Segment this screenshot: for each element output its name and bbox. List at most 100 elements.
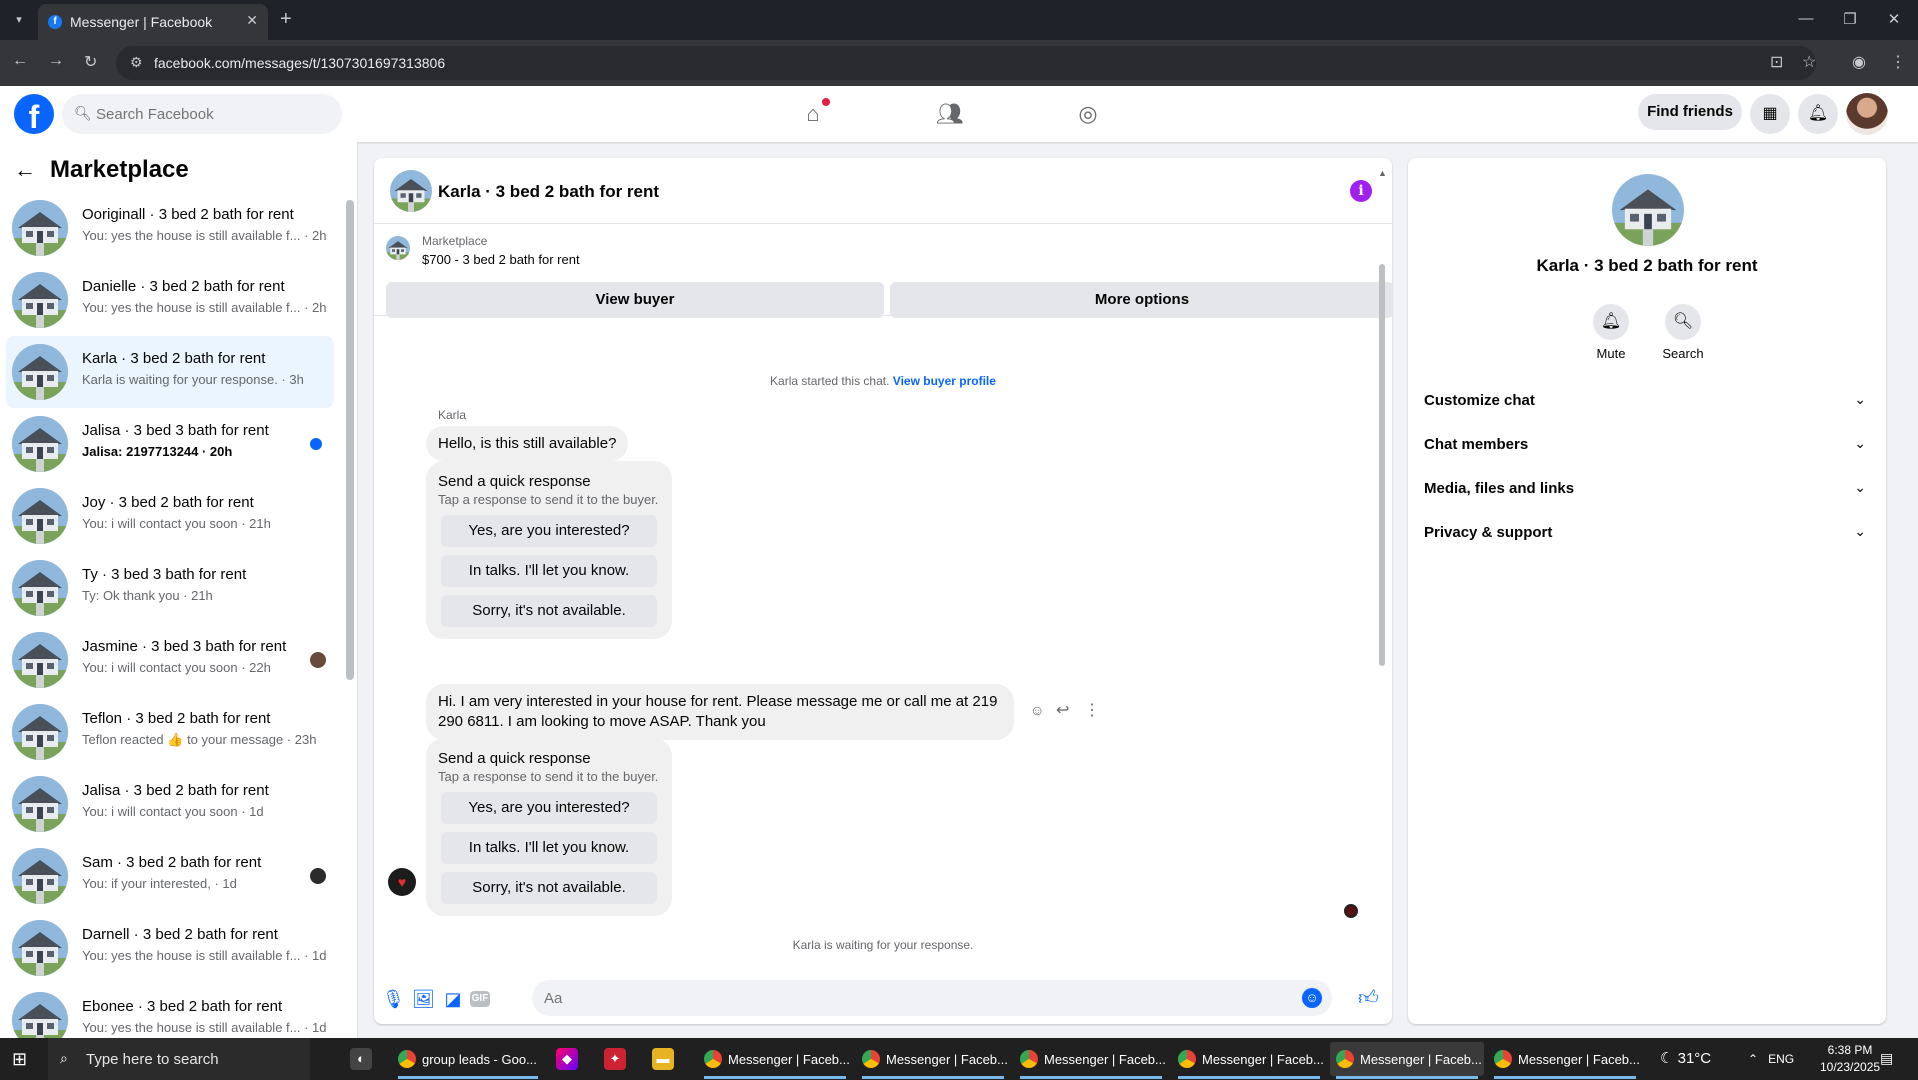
reply-icon[interactable]: ↩ [1056, 700, 1069, 720]
bookmark-star-icon[interactable]: ☆ [1802, 52, 1816, 72]
quick-response-not-available[interactable]: Sorry, it's not available. [441, 595, 657, 627]
react-emoji-icon[interactable]: ☺ [1030, 702, 1044, 718]
tab-search-dropdown-icon[interactable]: ▾ [8, 10, 30, 30]
taskbar-app[interactable]: Messenger | Faceb... [1172, 1042, 1326, 1079]
bell-icon[interactable]: 🔔︎ [1798, 94, 1838, 134]
profile-icon[interactable]: ◉ [1852, 52, 1866, 72]
conversation-item[interactable]: Jalisa · 3 bed 2 bath for rent You: i wi… [6, 768, 334, 840]
close-window-button[interactable]: ✕ [1882, 10, 1906, 28]
taskbar-app[interactable]: Messenger | Faceb... [1014, 1042, 1168, 1079]
groups-icon[interactable]: ◎ [1070, 96, 1106, 132]
back-icon[interactable]: ← [12, 52, 28, 70]
taskbar-app[interactable]: group leads - Goo... [392, 1042, 544, 1079]
conversation-item[interactable]: Darnell · 3 bed 2 bath for rent You: yes… [6, 912, 334, 984]
gif-icon[interactable]: GIF [470, 991, 490, 1007]
conversation-item[interactable]: Teflon · 3 bed 2 bath for rent Teflon re… [6, 696, 334, 768]
conversation-item[interactable]: Ebonee · 3 bed 2 bath for rent You: yes … [6, 984, 334, 1044]
file-explorer-icon[interactable]: ▬ [652, 1048, 674, 1070]
back-arrow-icon[interactable]: ← [14, 157, 36, 182]
message-bubble[interactable]: Hi. I am very interested in your house f… [426, 684, 1014, 740]
taskbar-app-active[interactable]: Messenger | Faceb... [1330, 1042, 1484, 1079]
buyer-avatar[interactable]: ♥ [388, 868, 416, 896]
conversation-item-selected[interactable]: Karla · 3 bed 2 bath for rent Karla is w… [6, 336, 334, 408]
notifications-icon[interactable]: ▤ [1880, 1050, 1893, 1067]
maximize-button[interactable]: ❐ [1838, 10, 1862, 28]
tray-chevron-up-icon[interactable]: ⌃ [1748, 1052, 1758, 1066]
quick-response-not-available[interactable]: Sorry, it's not available. [441, 872, 657, 904]
quick-response-talks[interactable]: In talks. I'll let you know. [441, 555, 657, 587]
more-options-button[interactable]: More options [890, 282, 1392, 318]
widgets-icon[interactable]: ◐ [350, 1048, 372, 1070]
reload-icon[interactable]: ↻ [84, 52, 97, 72]
conversation-item[interactable]: Jalisa · 3 bed 3 bath for rent Jalisa: 2… [6, 408, 334, 480]
tab-close-icon[interactable]: ✕ [246, 12, 258, 29]
windows-start-icon[interactable]: ⊞ [12, 1049, 27, 1070]
quick-response-yes[interactable]: Yes, are you interested? [441, 792, 657, 824]
like-icon[interactable]: 👍︎ [1358, 986, 1379, 1010]
taskbar-app[interactable]: Messenger | Faceb... [698, 1042, 852, 1079]
message-input[interactable] [544, 980, 1304, 1016]
thread-scrollbar[interactable]: ▲ [1378, 168, 1387, 668]
quick-response-yes[interactable]: Yes, are you interested? [441, 515, 657, 547]
section-privacy-support[interactable]: Privacy & support ⌄ [1416, 514, 1878, 554]
find-friends-button[interactable]: Find friends [1638, 94, 1742, 130]
listing-thumbnail[interactable] [386, 236, 410, 260]
search-action[interactable]: 🔍︎ Search [1648, 304, 1718, 361]
apps-grid-icon[interactable]: ▦ [1750, 94, 1790, 134]
facebook-logo-icon[interactable]: f [14, 94, 54, 134]
language-indicator[interactable]: ENG [1768, 1052, 1794, 1066]
minimize-button[interactable]: — [1794, 10, 1818, 27]
account-avatar[interactable] [1846, 93, 1888, 135]
facebook-search[interactable]: 🔍︎ [62, 94, 342, 134]
details-house-thumbnail[interactable] [1612, 174, 1684, 246]
section-media-files-links[interactable]: Media, files and links ⌄ [1416, 470, 1878, 510]
forward-icon[interactable]: → [48, 52, 64, 70]
copilot-icon[interactable]: ◆ [556, 1048, 578, 1070]
search-input[interactable] [96, 94, 326, 134]
section-customize-chat[interactable]: Customize chat ⌄ [1416, 382, 1878, 422]
view-buyer-button[interactable]: View buyer [386, 282, 884, 318]
quick-response-talks[interactable]: In talks. I'll let you know. [441, 832, 657, 864]
chat-title[interactable]: Karla · 3 bed 2 bath for rent [438, 182, 659, 202]
view-buyer-profile-link[interactable]: View buyer profile [893, 374, 996, 388]
photo-icon[interactable]: 🖼︎ [412, 988, 435, 1010]
friends-icon[interactable]: 👥︎ [932, 96, 968, 132]
browser-menu-icon[interactable]: ⋮ [1890, 52, 1906, 72]
omnibox[interactable]: ⚙ facebook.com/messages/t/13073016973138… [116, 46, 1816, 80]
chrome-icon [862, 1050, 880, 1068]
section-chat-members[interactable]: Chat members ⌄ [1416, 426, 1878, 466]
taskbar-search[interactable]: ⌕ Type here to search [48, 1038, 310, 1080]
info-icon[interactable]: i [1350, 180, 1372, 202]
chat-house-thumbnail[interactable] [390, 170, 432, 212]
weather-widget[interactable]: ☾ 31°C [1660, 1049, 1711, 1067]
taskbar-app[interactable]: Messenger | Faceb... [856, 1042, 1010, 1079]
app-icon[interactable]: ✦ [604, 1048, 626, 1070]
more-icon[interactable]: ⋮ [1084, 700, 1100, 720]
taskbar-app[interactable]: Messenger | Faceb... [1488, 1042, 1642, 1079]
bell-icon[interactable]: 🔔︎ [1593, 304, 1629, 340]
scroll-thumb[interactable] [1379, 264, 1385, 666]
sidebar-scrollbar[interactable] [346, 200, 354, 680]
new-tab-button[interactable]: + [280, 8, 292, 31]
site-info-icon[interactable]: ⚙ [130, 54, 143, 71]
scroll-up-icon[interactable]: ▲ [1378, 168, 1387, 178]
conversation-item[interactable]: Jasmine · 3 bed 3 bath for rent You: i w… [6, 624, 334, 696]
listing-price[interactable]: $700 - 3 bed 2 bath for rent [422, 252, 580, 267]
conversation-item[interactable]: Danielle · 3 bed 2 bath for rent You: ye… [6, 264, 334, 336]
search-icon[interactable]: 🔍︎ [1665, 304, 1701, 340]
conversation-item[interactable]: Ooriginall · 3 bed 2 bath for rent You: … [6, 192, 334, 264]
conversation-item[interactable]: Ty · 3 bed 3 bath for rent Ty: Ok thank … [6, 552, 334, 624]
conversation-item[interactable]: Joy · 3 bed 2 bath for rent You: i will … [6, 480, 334, 552]
message-input-wrapper[interactable]: ☺ [532, 980, 1332, 1016]
message-bubble[interactable]: Hello, is this still available? [426, 426, 629, 461]
install-app-icon[interactable]: ⊡ [1770, 52, 1783, 72]
url-text[interactable]: facebook.com/messages/t/1307301697313806 [154, 55, 445, 71]
mic-icon[interactable]: 🎙︎ [382, 988, 405, 1010]
conversation-item[interactable]: Sam · 3 bed 2 bath for rent You: if your… [6, 840, 334, 912]
mute-action[interactable]: 🔔︎ Mute [1576, 304, 1646, 361]
sticker-icon[interactable]: ◪ [442, 988, 464, 1010]
emoji-icon[interactable]: ☺ [1302, 988, 1322, 1008]
browser-tab[interactable]: f Messenger | Facebook ✕ [38, 4, 268, 40]
system-tray[interactable]: ⌃ ENG [1748, 1052, 1794, 1066]
clock[interactable]: 6:38 PM 10/23/2025 [1820, 1042, 1880, 1076]
